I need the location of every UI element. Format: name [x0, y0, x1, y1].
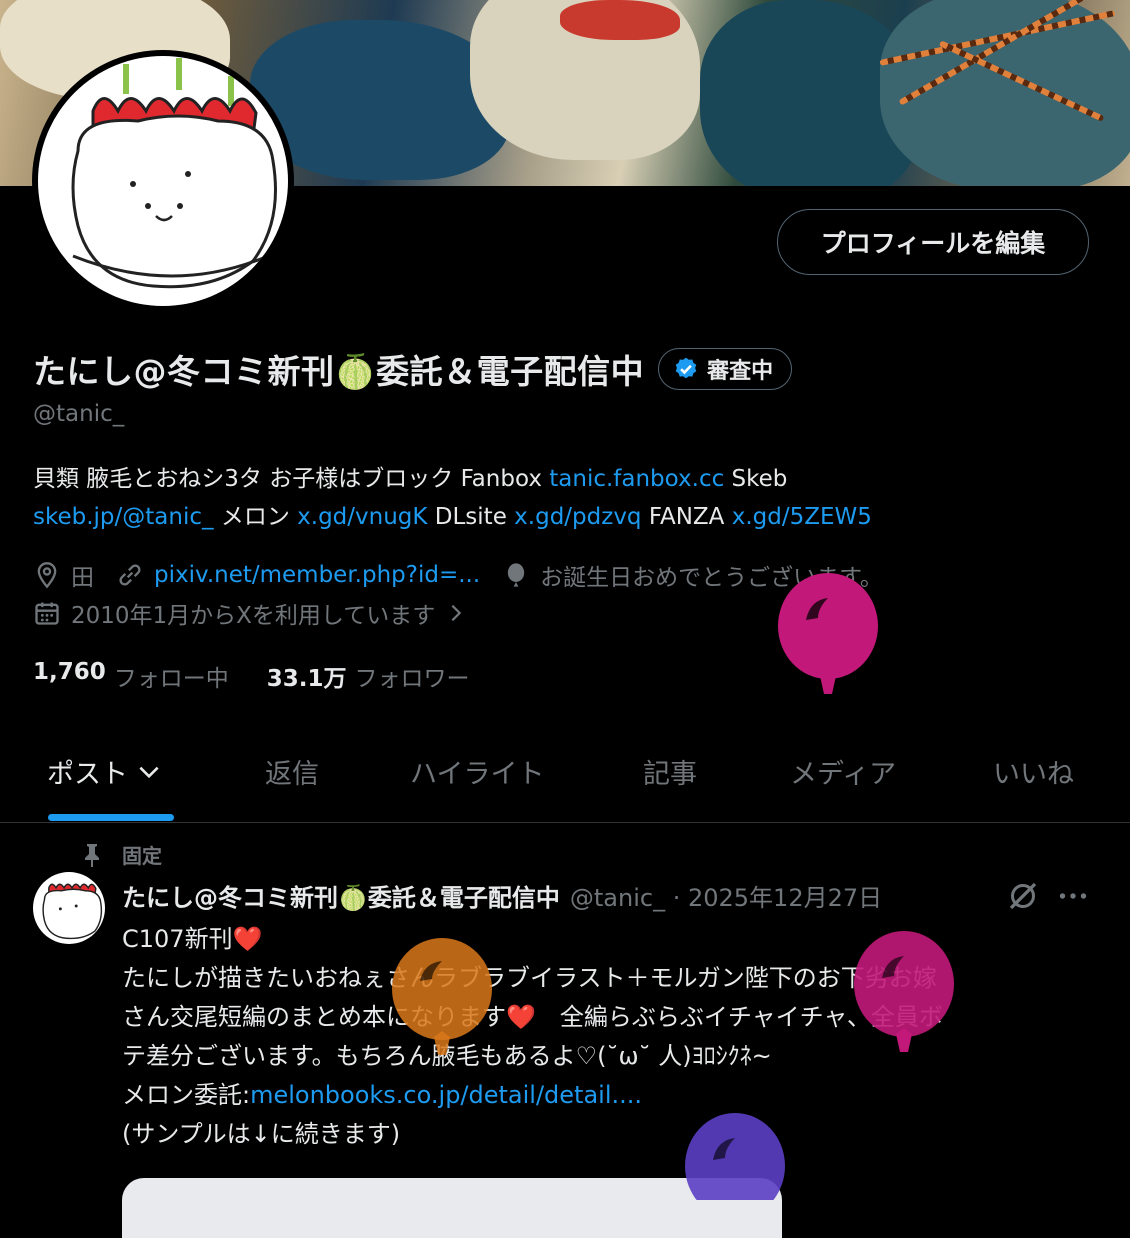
tab-replies[interactable]: 返信 — [265, 752, 319, 791]
post-actions — [1005, 878, 1091, 914]
tab-media[interactable]: メディア — [790, 752, 896, 791]
balloon-icon — [508, 563, 525, 587]
calendar-icon — [35, 602, 59, 625]
chevron-down-icon — [139, 766, 159, 778]
banner-shoe — [560, 0, 680, 40]
balloon-decoration — [778, 573, 878, 694]
profile-name: たにし@冬コミ新刊🍈委託＆電子配信中 — [33, 352, 645, 391]
link-icon — [119, 564, 141, 586]
cake-character-illustration — [42, 883, 103, 940]
avatar-image — [38, 56, 288, 306]
skeb-link[interactable]: skeb.jp/@tanic_ — [33, 504, 214, 530]
grok-icon[interactable] — [1005, 878, 1041, 914]
profile-tabs: ポスト 返信 ハイライト 記事 メディア いいね — [0, 740, 1130, 823]
tab-posts[interactable]: ポスト — [47, 752, 162, 791]
balloon-decoration — [685, 1113, 785, 1200]
dlsite-link[interactable]: x.gd/pdzvq — [514, 504, 641, 530]
location-text: 田 — [71, 565, 94, 591]
tab-label: ポスト — [47, 759, 128, 790]
fanza-link[interactable]: x.gd/5ZEW5 — [732, 504, 872, 530]
verification-badge[interactable]: 審査中 — [658, 348, 793, 390]
post-author-avatar[interactable] — [33, 872, 105, 944]
joined-text: 2010年1月からXを利用しています — [71, 603, 436, 629]
post-line: (サンプルは↓に続きます) — [122, 1120, 401, 1148]
profile-avatar[interactable] — [32, 50, 294, 312]
website-item[interactable]: pixiv.net/member.php?id=... — [116, 561, 480, 589]
melonbooks-link[interactable]: melonbooks.co.jp/detail/detail.... — [250, 1081, 642, 1109]
bio-text: Skeb — [724, 466, 788, 492]
fanbox-link[interactable]: tanic.fanbox.cc — [549, 466, 724, 492]
post-media-card[interactable] — [122, 1178, 782, 1238]
post-handle-date[interactable]: @tanic_ · 2025年12月27日 — [570, 878, 882, 913]
following-count[interactable]: 1,760 — [33, 659, 106, 693]
following-label[interactable]: フォロー中 — [114, 659, 229, 693]
edit-profile-button[interactable]: プロフィールを編集 — [777, 209, 1089, 275]
pinned-label: 固定 — [122, 844, 162, 868]
melon-link[interactable]: x.gd/vnugK — [297, 504, 427, 530]
post-author-name[interactable]: たにし@冬コミ新刊🍈委託＆電子配信中 — [122, 878, 560, 913]
post-header: たにし@冬コミ新刊🍈委託＆電子配信中 @tanic_ · 2025年12月27日 — [122, 878, 882, 913]
cake-character-illustration — [71, 58, 277, 289]
profile-bio: 貝類 腋毛とおねシ3タ お子様はブロック Fanbox tanic.fanbox… — [33, 460, 1093, 536]
followers-count[interactable]: 33.1万 — [267, 659, 347, 693]
profile-meta-row: 田 pixiv.net/member.php?id=... お誕生日おめでとうご… — [33, 558, 905, 592]
location-pin-icon — [37, 562, 57, 589]
tab-articles[interactable]: 記事 — [643, 752, 697, 791]
more-options-icon[interactable] — [1055, 878, 1091, 914]
post-line: メロン委託:melonbooks.co.jp/detail/detail.... — [122, 1076, 1102, 1115]
pin-icon — [85, 843, 99, 867]
followers-label[interactable]: フォロワー — [355, 659, 470, 693]
active-tab-indicator — [48, 814, 174, 821]
profile-handle: @tanic_ — [33, 401, 125, 427]
pinned-label-row: 固定 — [80, 840, 162, 869]
chevron-right-icon — [451, 604, 462, 622]
verified-check-icon — [675, 357, 697, 379]
location-item: 田 — [33, 558, 94, 592]
badge-label: 審査中 — [707, 359, 774, 384]
post-line-text: メロン委託: — [122, 1081, 251, 1109]
bio-text: 貝類 腋毛とおねシ3タ お子様はブロック Fanbox — [33, 466, 550, 492]
balloon-decoration — [854, 931, 954, 1052]
profile-name-row: たにし@冬コミ新刊🍈委託＆電子配信中 審査中 — [33, 345, 793, 393]
tab-likes[interactable]: いいね — [993, 752, 1074, 791]
profile-joined-row[interactable]: 2010年1月からXを利用しています — [33, 596, 467, 630]
website-link[interactable]: pixiv.net/member.php?id=... — [154, 562, 480, 588]
bio-text: DLsite — [427, 504, 515, 530]
bio-text: メロン — [213, 504, 298, 530]
tab-highlights[interactable]: ハイライト — [410, 752, 544, 791]
follow-stats: 1,760 フォロー中 33.1万 フォロワー — [33, 659, 508, 693]
balloon-decoration — [392, 938, 492, 1055]
bio-text: FANZA — [641, 504, 732, 530]
